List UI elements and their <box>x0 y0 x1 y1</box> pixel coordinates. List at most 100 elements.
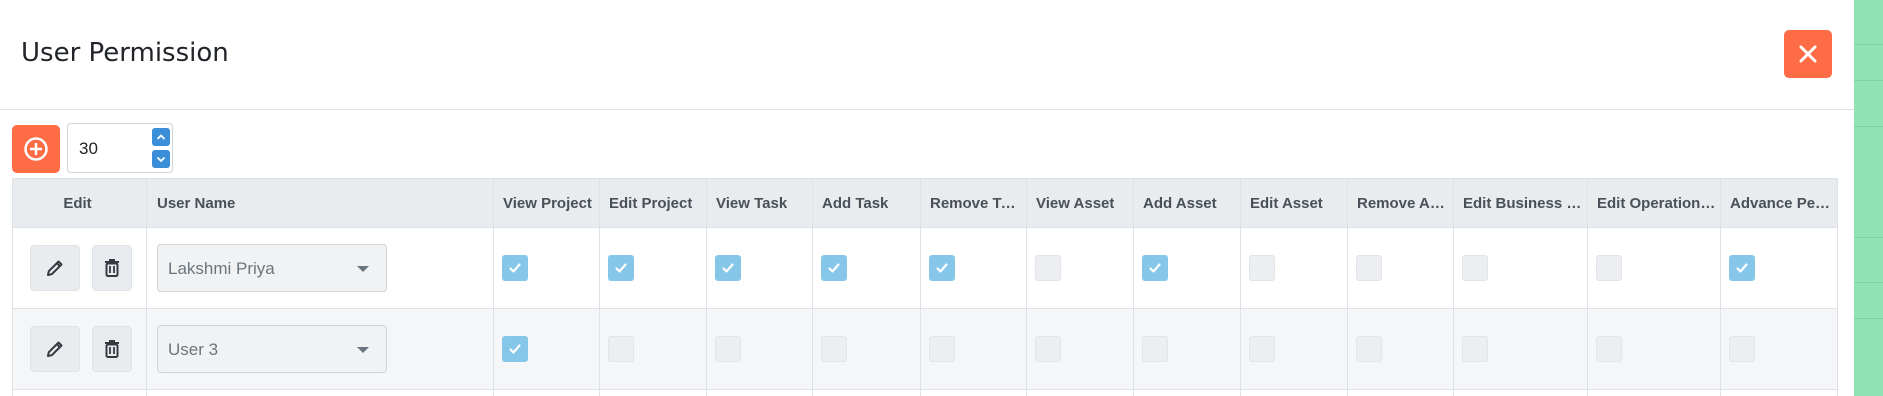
user-name-cell: User 3 <box>147 309 494 389</box>
edit-row-button[interactable] <box>30 326 80 372</box>
column-header-label: Add Task <box>822 194 889 212</box>
column-header-label: View Project <box>503 194 592 212</box>
permission-cell-edit-business-s <box>1454 228 1588 308</box>
permission-checkbox[interactable] <box>715 255 741 281</box>
column-header-label: Edit Project <box>609 194 693 212</box>
column-header-edit-asset: Edit Asset <box>1241 179 1348 227</box>
permission-checkbox[interactable] <box>608 336 634 362</box>
column-header-label: Edit Business S… <box>1463 194 1583 212</box>
permission-cell-edit-asset <box>1241 309 1348 389</box>
permission-checkbox[interactable] <box>1035 255 1061 281</box>
column-header-add-task: Add Task <box>813 179 921 227</box>
column-header-user-name: User Name <box>147 179 494 227</box>
permission-checkbox[interactable] <box>502 336 528 362</box>
table-row: Lakshmi Priya <box>13 227 1837 308</box>
close-button[interactable] <box>1784 30 1832 78</box>
empty-cell <box>1721 390 1837 396</box>
column-header-edit-operation: Edit Operation… <box>1588 179 1721 227</box>
column-header-view-project: View Project <box>494 179 600 227</box>
check-icon <box>509 263 521 273</box>
column-header-label: Advance Permi… <box>1730 194 1834 212</box>
empty-cell <box>600 390 707 396</box>
empty-cell <box>13 390 147 396</box>
edit-cell <box>13 228 147 308</box>
permission-checkbox[interactable] <box>929 336 955 362</box>
page: User Permission 30 Edit User Name View P… <box>0 0 1883 396</box>
permission-checkbox[interactable] <box>502 255 528 281</box>
dropdown-arrow-icon[interactable] <box>357 347 369 353</box>
permission-checkbox[interactable] <box>1249 336 1275 362</box>
permission-checkbox[interactable] <box>1142 255 1168 281</box>
column-header-label: View Task <box>716 194 788 212</box>
plus-circle-icon <box>24 137 48 161</box>
empty-cell <box>147 390 494 396</box>
dropdown-arrow-icon[interactable] <box>357 266 369 272</box>
column-header-remove-task: Remove Task <box>921 179 1027 227</box>
permission-checkbox[interactable] <box>715 336 741 362</box>
empty-cell <box>1454 390 1588 396</box>
permission-checkbox[interactable] <box>1249 255 1275 281</box>
permission-checkbox[interactable] <box>1729 336 1755 362</box>
user-select[interactable]: Lakshmi Priya <box>157 244 387 292</box>
permission-checkbox[interactable] <box>1596 336 1622 362</box>
permission-table: Edit User Name View Project Edit Project Vie… <box>12 178 1838 396</box>
close-icon <box>1799 45 1817 63</box>
permission-checkbox[interactable] <box>1356 255 1382 281</box>
user-select-value: User 3 <box>168 340 219 359</box>
permission-checkbox[interactable] <box>1462 336 1488 362</box>
column-header-label: Add Asset <box>1143 194 1217 212</box>
empty-cell <box>1241 390 1348 396</box>
check-icon <box>722 263 734 273</box>
permission-cell-view-project <box>494 228 600 308</box>
permission-cell-remove-task <box>921 228 1027 308</box>
empty-cell <box>1588 390 1721 396</box>
permission-cell-view-asset <box>1027 228 1134 308</box>
user-name-cell: Lakshmi Priya <box>147 228 494 308</box>
check-icon <box>1149 263 1161 273</box>
check-icon <box>936 263 948 273</box>
permission-checkbox[interactable] <box>821 336 847 362</box>
empty-cell <box>494 390 600 396</box>
permission-checkbox[interactable] <box>1462 255 1488 281</box>
permission-checkbox[interactable] <box>1356 336 1382 362</box>
column-header-remove-as: Remove As… <box>1348 179 1454 227</box>
permission-cell-view-asset <box>1027 309 1134 389</box>
permission-cell-edit-business-s <box>1454 309 1588 389</box>
empty-cell <box>1134 390 1241 396</box>
empty-cell <box>1027 390 1134 396</box>
table-header-row: Edit User Name View Project Edit Project Vie… <box>13 179 1837 227</box>
permission-checkbox[interactable] <box>1142 336 1168 362</box>
empty-cell <box>707 390 813 396</box>
permission-cell-add-task <box>813 309 921 389</box>
pencil-icon <box>47 260 63 276</box>
permission-checkbox[interactable] <box>1035 336 1061 362</box>
trash-icon <box>105 259 119 277</box>
check-icon <box>828 263 840 273</box>
delete-row-button[interactable] <box>92 326 132 372</box>
user-select[interactable]: User 3 <box>157 325 387 373</box>
permission-checkbox[interactable] <box>929 255 955 281</box>
edit-cell <box>13 309 147 389</box>
rows-per-page-value: 30 <box>79 139 98 158</box>
rows-per-page-stepper[interactable]: 30 <box>67 123 173 173</box>
permission-checkbox[interactable] <box>1596 255 1622 281</box>
permission-cell-advance-permi <box>1721 228 1837 308</box>
delete-row-button[interactable] <box>92 245 132 291</box>
permission-checkbox[interactable] <box>821 255 847 281</box>
add-row-button[interactable] <box>12 125 60 173</box>
permission-cell-remove-as <box>1348 228 1454 308</box>
empty-cell <box>921 390 1027 396</box>
table-row-partial <box>13 389 1837 396</box>
column-header-label: View Asset <box>1036 194 1115 212</box>
column-header-label: Edit Asset <box>1250 194 1323 212</box>
edit-row-button[interactable] <box>30 245 80 291</box>
permission-checkbox[interactable] <box>1729 255 1755 281</box>
chevron-up-icon <box>156 134 166 140</box>
stepper-down-button[interactable] <box>152 150 170 168</box>
permission-cell-add-task <box>813 228 921 308</box>
permission-cell-edit-operation <box>1588 228 1721 308</box>
column-header-label: User Name <box>157 194 236 212</box>
permission-checkbox[interactable] <box>608 255 634 281</box>
permission-cell-view-task <box>707 228 813 308</box>
stepper-up-button[interactable] <box>152 128 170 146</box>
